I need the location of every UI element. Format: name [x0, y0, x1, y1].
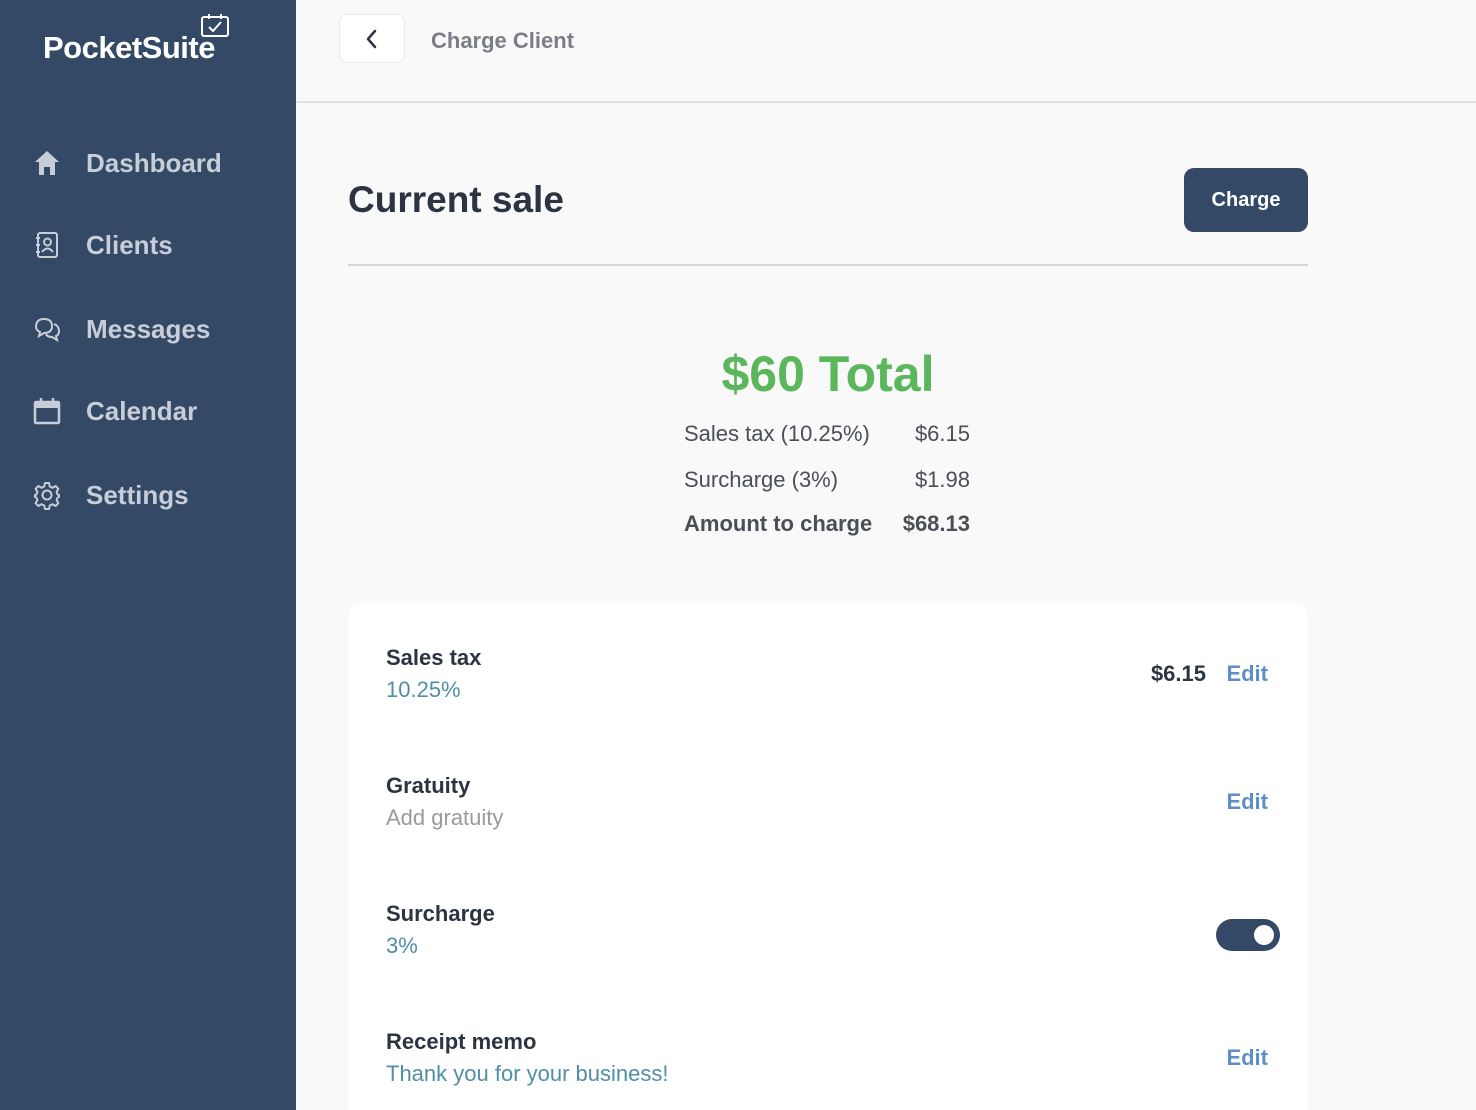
- edit-gratuity-link[interactable]: Edit: [1226, 789, 1268, 815]
- sidebar-item-label: Messages: [86, 313, 211, 344]
- sidebar-item-messages[interactable]: Messages: [32, 309, 282, 349]
- charge-button[interactable]: Charge: [1184, 168, 1308, 232]
- sale-options-card: Sales tax 10.25% $6.15 Edit Gratuity Add…: [348, 603, 1308, 1110]
- summary-value: $6.15: [914, 421, 970, 446]
- row-title: Receipt memo: [386, 1029, 537, 1054]
- summary-value: $1.98: [914, 467, 970, 492]
- sale-total: $60 Total: [721, 346, 935, 402]
- row-subtitle: 10.25%: [386, 677, 461, 702]
- chat-bubbles-icon: [32, 314, 62, 344]
- receipt-memo-row: Receipt memo Thank you for your business…: [348, 1029, 1308, 1109]
- gear-icon: [32, 480, 62, 510]
- surcharge-row: Surcharge 3%: [348, 901, 1308, 981]
- sidebar: PocketSuite Dashboard Clients Messages C…: [0, 0, 296, 1110]
- calendar-icon: [32, 396, 62, 426]
- row-subtitle: Add gratuity: [386, 805, 504, 830]
- summary-label: Surcharge (3%): [684, 467, 839, 492]
- row-title: Sales tax: [386, 645, 482, 670]
- top-bar: Charge Client: [296, 0, 1476, 103]
- app-logo[interactable]: PocketSuite: [43, 30, 215, 66]
- summary-value: $68.13: [902, 511, 970, 536]
- edit-receipt-memo-link[interactable]: Edit: [1226, 1045, 1268, 1071]
- row-title: Gratuity: [386, 773, 471, 798]
- sidebar-item-label: Dashboard: [86, 147, 222, 178]
- toggle-knob: [1254, 925, 1274, 945]
- page-title: Current sale: [348, 179, 564, 220]
- sales-tax-row: Sales tax 10.25% $6.15 Edit: [348, 645, 1308, 725]
- sidebar-item-clients[interactable]: Clients: [32, 225, 282, 265]
- sidebar-item-calendar[interactable]: Calendar: [32, 391, 282, 431]
- sidebar-item-label: Settings: [86, 479, 189, 510]
- surcharge-toggle[interactable]: [1216, 919, 1280, 951]
- calendar-check-icon: [201, 14, 229, 37]
- row-subtitle: Thank you for your business!: [386, 1061, 669, 1086]
- chevron-left-icon: [366, 29, 377, 48]
- sidebar-item-settings[interactable]: Settings: [32, 475, 282, 515]
- sidebar-item-label: Clients: [86, 229, 173, 260]
- contact-book-icon: [32, 230, 62, 260]
- sidebar-item-dashboard[interactable]: Dashboard: [32, 143, 282, 183]
- back-button[interactable]: [339, 14, 405, 63]
- summary-label: Sales tax (10.25%): [684, 421, 870, 446]
- edit-sales-tax-link[interactable]: Edit: [1226, 661, 1268, 687]
- sidebar-item-label: Calendar: [86, 395, 198, 426]
- row-subtitle: 3%: [386, 933, 418, 958]
- home-icon: [32, 148, 62, 178]
- gratuity-row: Gratuity Add gratuity Edit: [348, 773, 1308, 853]
- summary-label: Amount to charge: [684, 511, 873, 536]
- row-title: Surcharge: [386, 901, 495, 926]
- divider: [348, 264, 1308, 266]
- page-header-title: Charge Client: [431, 28, 575, 53]
- main-content: Current sale Charge $60 Total Sales tax …: [296, 105, 1476, 1110]
- sales-tax-amount: $6.15: [1150, 661, 1206, 686]
